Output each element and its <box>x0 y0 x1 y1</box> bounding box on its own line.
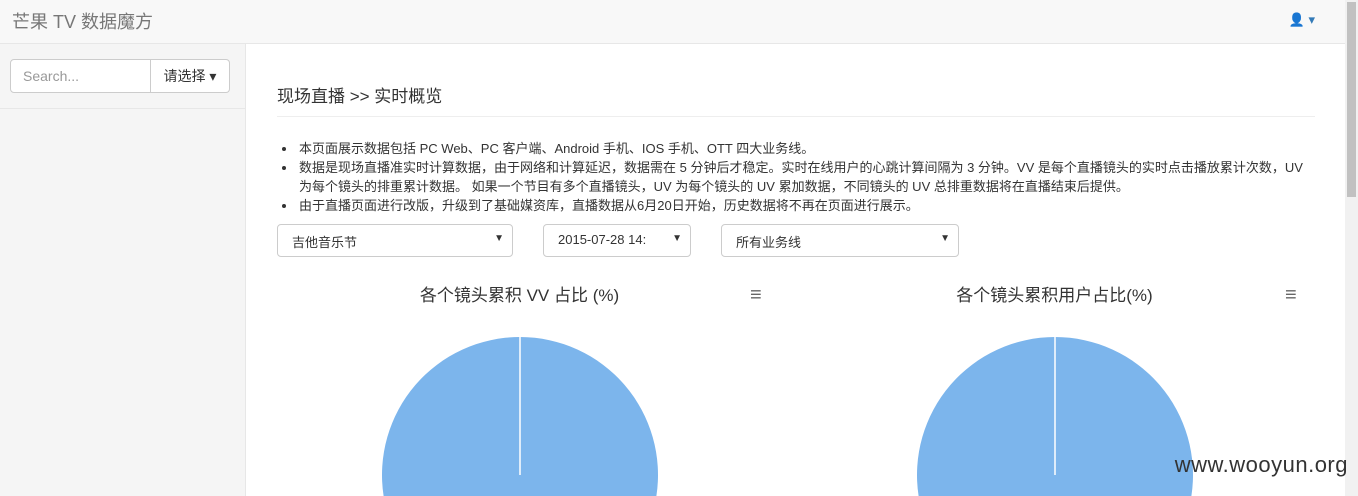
caret-down-icon: ▼ <box>672 233 682 244</box>
note-item: 本页面展示数据包括 PC Web、PC 客户端、Android 手机、IOS 手… <box>297 139 1315 158</box>
search-input[interactable] <box>10 59 151 93</box>
breadcrumb: 现场直播 >> 实时概览 <box>277 82 1315 117</box>
note-item: 由于直播页面进行改版，升级到了基础媒资库，直播数据从6月20日开始，历史数据将不… <box>297 196 1315 215</box>
time-select[interactable]: 2015-07-28 14: ▼ <box>543 224 691 257</box>
scrollbar[interactable] <box>1345 0 1358 496</box>
caret-down-icon: ▼ <box>494 233 504 244</box>
business-value: 所有业务线 <box>736 235 802 250</box>
pie-svg <box>382 337 658 496</box>
note-item: 数据是现场直播准实时计算数据，由于网络和计算延迟，数据需在 5 分钟后才稳定。实… <box>297 158 1315 196</box>
program-select[interactable]: 吉他音乐节 ▼ <box>277 224 513 257</box>
user-menu[interactable]: 👤 ▾ <box>1289 12 1315 28</box>
caret-down-icon: ▼ <box>940 233 950 244</box>
notes-list: 本页面展示数据包括 PC Web、PC 客户端、Android 手机、IOS 手… <box>277 139 1315 215</box>
watermark: www.wooyun.org <box>1174 452 1348 477</box>
brand[interactable]: 芒果 TV 数据魔方 <box>12 8 153 34</box>
program-value: 吉他音乐节 <box>292 235 358 250</box>
main-content: 现场直播 >> 实时概览 本页面展示数据包括 PC Web、PC 客户端、And… <box>277 44 1315 496</box>
select-dropdown-button[interactable]: 请选择 ▾ <box>151 59 230 93</box>
time-value: 2015-07-28 14: <box>558 232 647 247</box>
sidebar: 请选择 ▾ <box>0 44 246 496</box>
vv-pie-chart: 各个镜头累积 VV 占比 (%) ≡ <box>252 269 787 496</box>
caret-down-icon: ▾ <box>1308 12 1315 27</box>
navbar: 芒果 TV 数据魔方 👤 ▾ <box>0 0 1345 44</box>
user-icon: 👤 <box>1288 12 1305 27</box>
business-select[interactable]: 所有业务线 ▼ <box>721 224 959 257</box>
search-group: 请选择 ▾ <box>10 59 235 93</box>
scrollbar-thumb[interactable] <box>1347 2 1356 197</box>
